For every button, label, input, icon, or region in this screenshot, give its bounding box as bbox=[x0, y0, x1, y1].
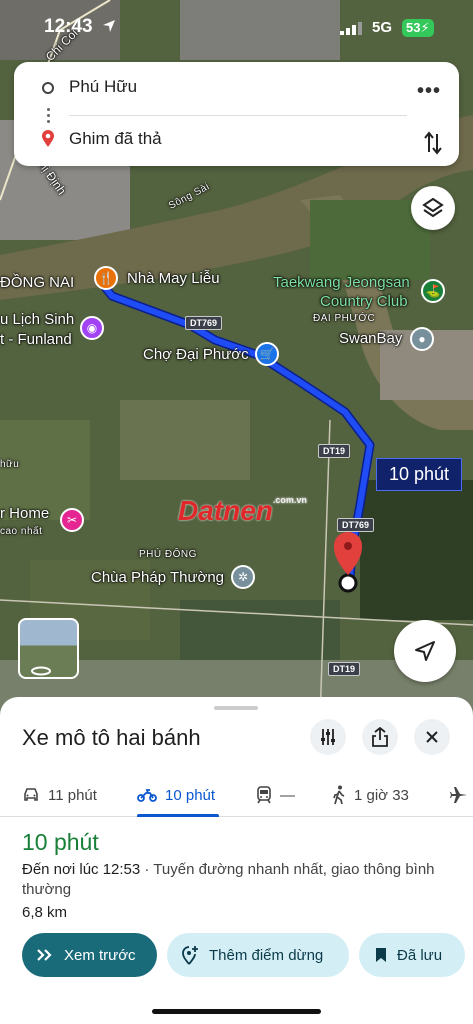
navigation-arrow-icon bbox=[415, 641, 435, 661]
tab-motorbike[interactable]: 10 phút bbox=[137, 780, 215, 810]
tab-walk[interactable]: 1 giờ 33 bbox=[332, 780, 409, 810]
golf-icon[interactable]: ⛳ bbox=[421, 279, 445, 303]
train-icon bbox=[256, 786, 272, 804]
arrival-info: Đến nơi lúc 12:53 · Tuyến đường nhanh nh… bbox=[22, 860, 442, 900]
origin-circle-icon bbox=[42, 82, 54, 94]
add-location-icon bbox=[181, 945, 199, 965]
map-label-huu: hữu bbox=[0, 459, 20, 470]
road-shield: DT19 bbox=[318, 444, 351, 458]
share-icon bbox=[372, 727, 388, 747]
street-view-icon bbox=[31, 666, 51, 676]
tools-icon[interactable]: ✂ bbox=[60, 508, 84, 532]
pin-icon bbox=[42, 130, 54, 147]
more-options-icon[interactable]: ••• bbox=[417, 80, 441, 103]
road-shield: DT769 bbox=[337, 518, 375, 532]
map-label-chua-phap-thuong[interactable]: Chùa Pháp Thường bbox=[91, 569, 224, 586]
map-label-dai-phuoc: ĐẠI PHƯỚC bbox=[313, 313, 376, 324]
tab-car[interactable]: 11 phút bbox=[22, 780, 97, 810]
add-stop-button[interactable]: Thêm điểm dừng bbox=[167, 933, 349, 977]
status-bar: 12:43 5G 53⚡ bbox=[0, 0, 473, 56]
road-shield: DT769 bbox=[185, 316, 223, 330]
layers-button[interactable] bbox=[411, 186, 455, 230]
shopping-cart-icon[interactable]: 🛒 bbox=[255, 342, 279, 366]
layers-icon bbox=[422, 197, 444, 218]
tab-motorbike-label: 10 phút bbox=[165, 786, 216, 804]
bookmark-icon bbox=[375, 947, 387, 963]
tab-transit[interactable]: — bbox=[256, 780, 295, 810]
status-time: 12:43 bbox=[44, 16, 93, 37]
double-chevron-icon bbox=[36, 948, 54, 962]
route-time-callout[interactable]: 10 phút bbox=[376, 458, 463, 491]
arrival-time: Đến nơi lúc 12:53 bbox=[22, 861, 141, 878]
home-indicator[interactable] bbox=[152, 1009, 321, 1014]
active-tab-indicator bbox=[137, 814, 219, 817]
travel-mode-title: Xe mô tô hai bánh bbox=[22, 725, 201, 750]
divider bbox=[69, 115, 407, 116]
road-shield: DT19 bbox=[328, 662, 361, 676]
map-label-cao-nhat: cao nhất bbox=[0, 526, 43, 537]
watermark-logo: Datnen.com.vn bbox=[178, 495, 307, 527]
travel-mode-tabs: 11 phút 10 phút — 1 giờ 33 bbox=[0, 772, 473, 817]
place-icon[interactable]: ● bbox=[410, 327, 434, 351]
my-location-button[interactable] bbox=[394, 620, 456, 682]
drag-handle[interactable] bbox=[214, 706, 258, 710]
map-label-lich-sinh[interactable]: u Lịch Sinh bbox=[0, 311, 74, 328]
preview-button[interactable]: Xem trước bbox=[22, 933, 157, 977]
origin-row[interactable]: Phú Hữu ••• bbox=[14, 68, 459, 108]
add-stop-button-label: Thêm điểm dừng bbox=[209, 946, 324, 964]
car-icon bbox=[22, 787, 40, 803]
map-label-taekwang-1[interactable]: Taekwang Jeongsan bbox=[273, 274, 410, 291]
network-type: 5G bbox=[372, 19, 393, 36]
map-label-taekwang-2[interactable]: Country Club bbox=[320, 293, 408, 310]
saved-button[interactable]: Đã lưu bbox=[359, 933, 465, 977]
directions-sheet: Xe mô tô hai bánh 11 phút 10 phút — 1 gi… bbox=[0, 697, 473, 1024]
watermark-sub: .com.vn bbox=[272, 495, 307, 505]
route-options-button[interactable] bbox=[310, 719, 346, 755]
destination-row[interactable]: Ghim đã thả bbox=[14, 120, 459, 160]
tab-car-label: 11 phút bbox=[48, 786, 97, 804]
tab-transit-label: — bbox=[280, 786, 295, 804]
route-duration: 10 phút bbox=[22, 829, 99, 855]
battery-indicator: 53⚡ bbox=[402, 19, 434, 37]
saved-button-label: Đã lưu bbox=[397, 946, 443, 964]
preview-button-label: Xem trước bbox=[64, 946, 136, 964]
walk-icon bbox=[332, 785, 346, 805]
signal-icon bbox=[340, 22, 362, 35]
map-view[interactable]: ĐỒNG NAI Nhà May Liễu u Lịch Sinh t - Fu… bbox=[0, 0, 473, 720]
map-label-nha-may-lieu[interactable]: Nhà May Liễu bbox=[127, 270, 220, 287]
location-arrow-icon bbox=[103, 20, 115, 32]
sliders-icon bbox=[321, 729, 335, 745]
tab-walk-label: 1 giờ 33 bbox=[354, 786, 409, 804]
map-label-phu-dong: PHÚ ĐÔNG bbox=[139, 549, 197, 560]
street-view-thumbnail[interactable] bbox=[18, 618, 79, 679]
camera-icon[interactable]: ◉ bbox=[80, 316, 104, 340]
restaurant-icon[interactable]: 🍴 bbox=[94, 266, 118, 290]
close-button[interactable] bbox=[414, 719, 450, 755]
map-label-swanbay[interactable]: SwanBay bbox=[339, 330, 402, 347]
route-distance: 6,8 km bbox=[22, 904, 68, 921]
airplane-icon bbox=[450, 786, 468, 804]
origin-field[interactable]: Phú Hữu bbox=[69, 77, 137, 97]
map-label-dong-nai: ĐỒNG NAI bbox=[0, 274, 75, 291]
destination-field[interactable]: Ghim đã thả bbox=[69, 129, 162, 149]
map-label-cho-dai-phuoc[interactable]: Chợ Đại Phước bbox=[143, 346, 249, 363]
battery-level: 53 bbox=[406, 20, 421, 35]
swap-icon[interactable] bbox=[423, 130, 443, 156]
tab-flight[interactable] bbox=[450, 780, 473, 810]
temple-icon[interactable]: ✲ bbox=[231, 565, 255, 589]
directions-card: Phú Hữu ••• Ghim đã thả bbox=[14, 62, 459, 166]
map-label-r-home[interactable]: r Home bbox=[0, 505, 49, 522]
close-icon bbox=[426, 731, 438, 743]
map-label-funland[interactable]: t - Funland bbox=[0, 331, 72, 348]
watermark-text: Datnen bbox=[178, 495, 273, 526]
motorbike-icon bbox=[137, 788, 157, 802]
share-button[interactable] bbox=[362, 719, 398, 755]
